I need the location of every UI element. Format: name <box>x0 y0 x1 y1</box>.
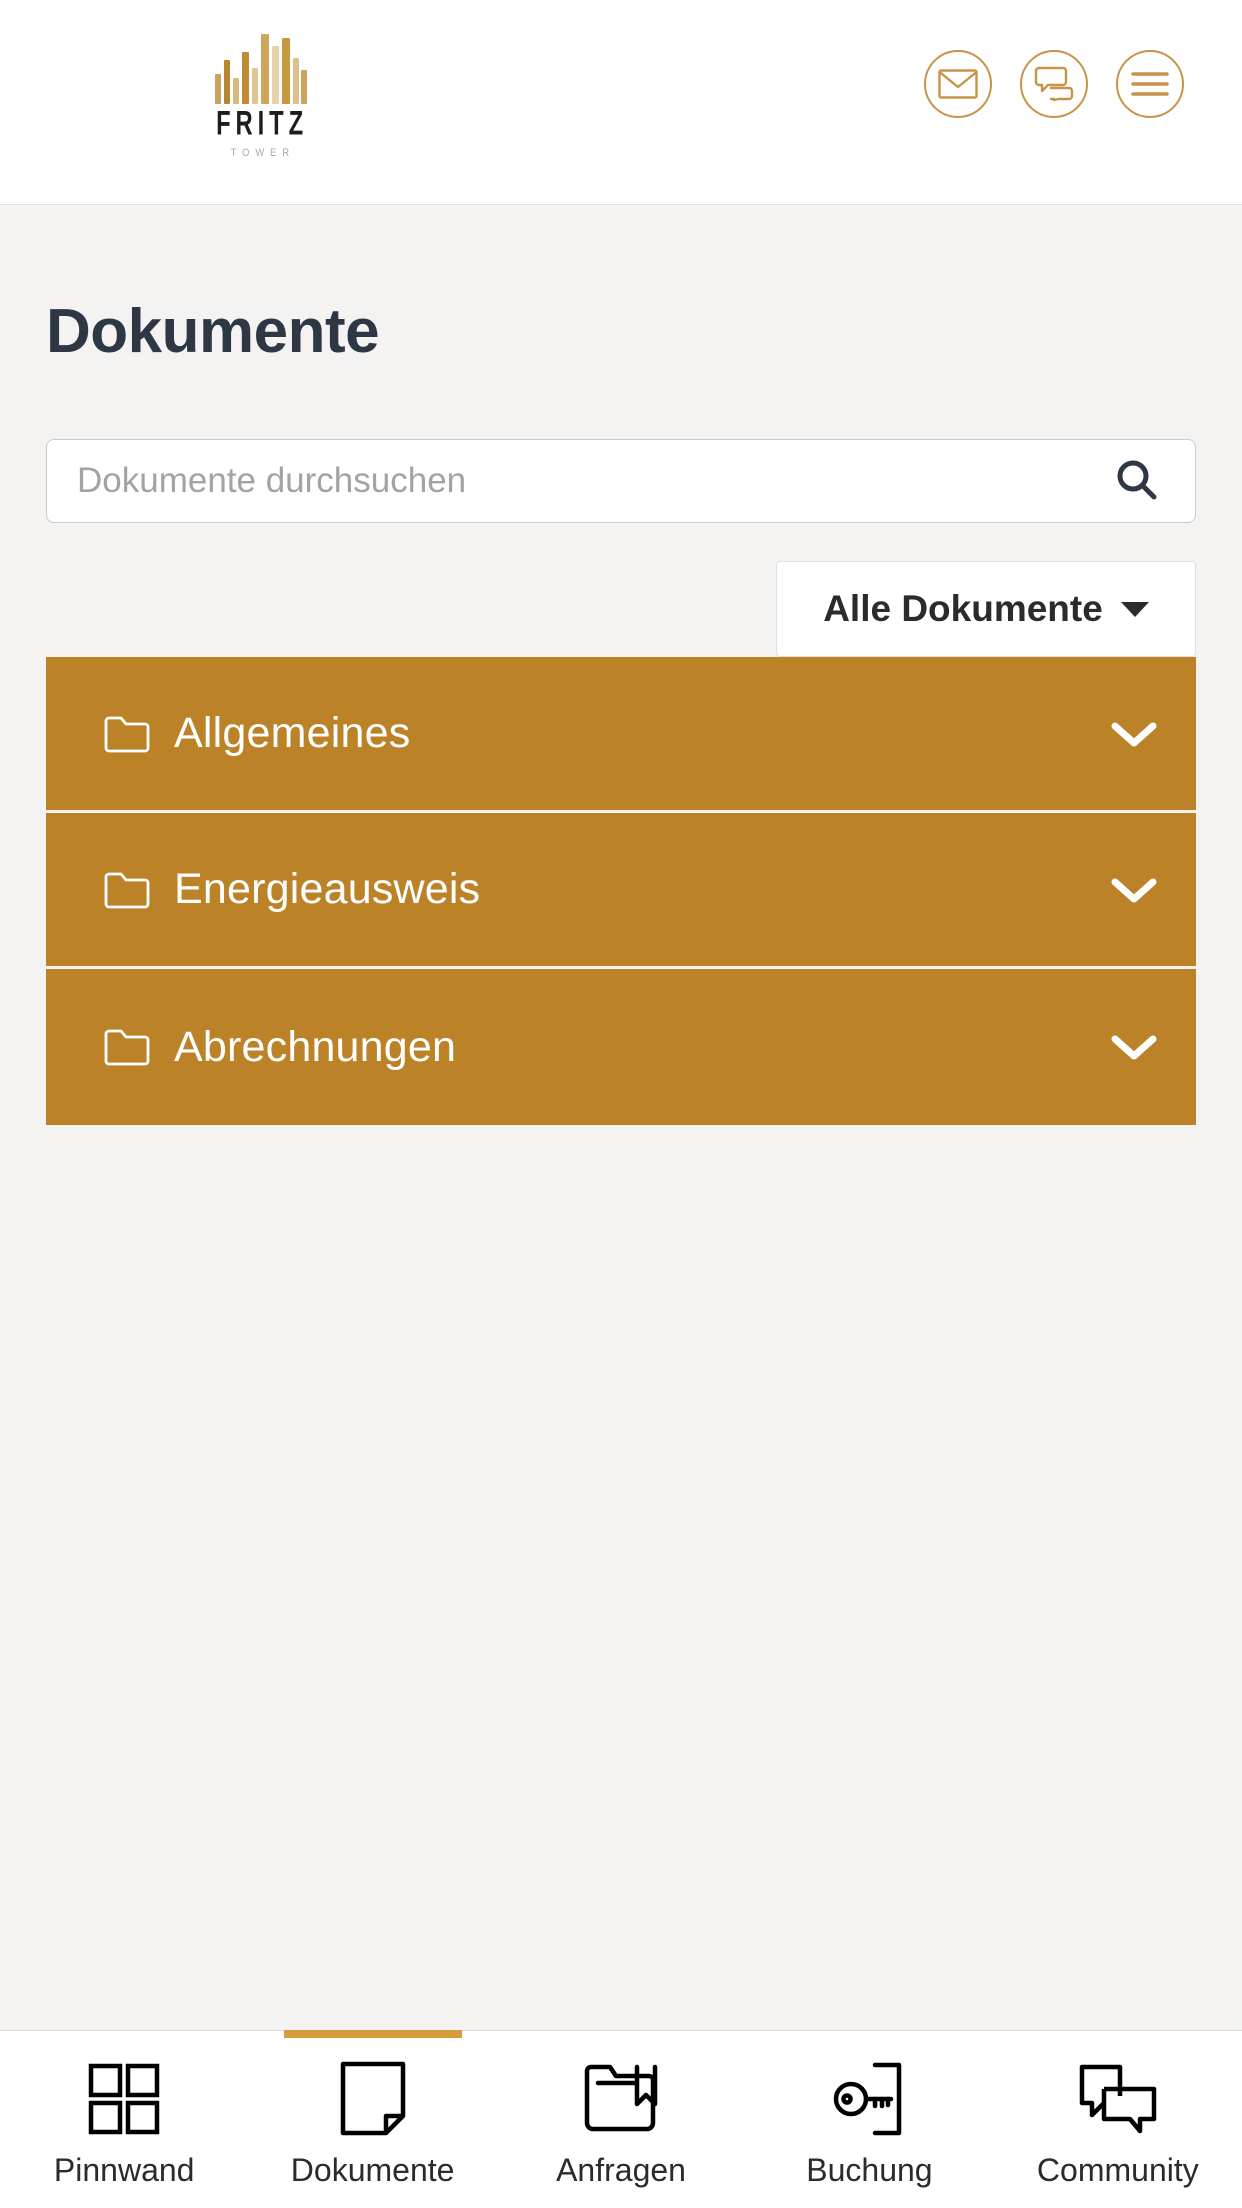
filter-dropdown-label: Alle Dokumente <box>823 588 1103 629</box>
nav-label: Anfragen <box>556 2151 686 2188</box>
search-bar[interactable] <box>46 439 1196 523</box>
chevron-down-icon <box>1120 601 1149 617</box>
key-door-icon <box>831 2060 907 2138</box>
folder-row[interactable]: Allgemeines <box>46 657 1196 813</box>
nav-item-dokumente[interactable]: Dokumente <box>248 2030 496 2208</box>
chat-button[interactable] <box>1020 50 1088 118</box>
speech-bubbles-icon <box>1078 2060 1158 2138</box>
folder-row[interactable]: Energieausweis <box>46 813 1196 969</box>
folder-label: Energieausweis <box>174 865 481 913</box>
mail-button[interactable] <box>924 50 992 118</box>
nav-item-anfragen[interactable]: Anfragen <box>497 2031 745 2208</box>
page-title: Dokumente <box>46 297 380 366</box>
filter-dropdown[interactable]: Alle Dokumente <box>776 561 1196 657</box>
nav-label: Dokumente <box>290 2151 455 2188</box>
header-actions <box>924 50 1184 118</box>
brand-logo[interactable]: FRITZ TOWER <box>200 32 325 159</box>
app-root: FRITZ TOWER Dokumente Dokumente durchsuc… <box>0 0 1242 2208</box>
app-header: FRITZ TOWER <box>0 0 1242 205</box>
menu-button[interactable] <box>1116 50 1184 118</box>
filter-row: Alle Dokumente <box>46 561 1196 657</box>
nav-active-indicator <box>283 2030 462 2038</box>
chevron-down-icon[interactable] <box>1110 875 1158 905</box>
hamburger-menu-icon <box>1131 70 1169 98</box>
folder-list: Allgemeines Energieausweis Abrechnungen <box>46 657 1196 1125</box>
mail-icon <box>938 69 978 99</box>
nav-item-pinnwand[interactable]: Pinnwand <box>0 2031 248 2208</box>
chat-bubbles-icon <box>1033 65 1075 103</box>
folder-label: Abrechnungen <box>174 1022 457 1071</box>
search-icon <box>1115 458 1159 505</box>
folder-label: Allgemeines <box>174 709 411 757</box>
nav-label: Pinnwand <box>53 2151 195 2188</box>
folder-icon <box>104 1028 150 1066</box>
page-content: Dokumente Alle Dokumente <box>0 206 1242 2030</box>
grid-squares-icon <box>87 2060 161 2138</box>
folder-row[interactable]: Abrechnungen <box>46 969 1196 1125</box>
search-input[interactable] <box>77 440 1109 522</box>
tower-skyline-logo-icon <box>213 32 313 104</box>
nav-label: Buchung <box>806 2151 933 2188</box>
nav-label: Community <box>1036 2151 1199 2188</box>
nav-item-community[interactable]: Community <box>994 2031 1242 2208</box>
chevron-down-icon[interactable] <box>1110 719 1158 749</box>
folder-icon <box>104 715 150 753</box>
search-button[interactable] <box>1109 453 1165 509</box>
brand-subtitle: TOWER <box>230 147 295 159</box>
document-page-icon <box>339 2060 407 2138</box>
folder-icon <box>104 871 150 909</box>
folder-bookmark-icon <box>582 2060 660 2138</box>
nav-item-buchung[interactable]: Buchung <box>745 2031 993 2208</box>
brand-name: FRITZ <box>216 105 309 143</box>
chevron-down-icon[interactable] <box>1110 1032 1158 1062</box>
bottom-navigation: Pinnwand Dokumente Anfragen Buchung Comm… <box>0 2030 1242 2208</box>
